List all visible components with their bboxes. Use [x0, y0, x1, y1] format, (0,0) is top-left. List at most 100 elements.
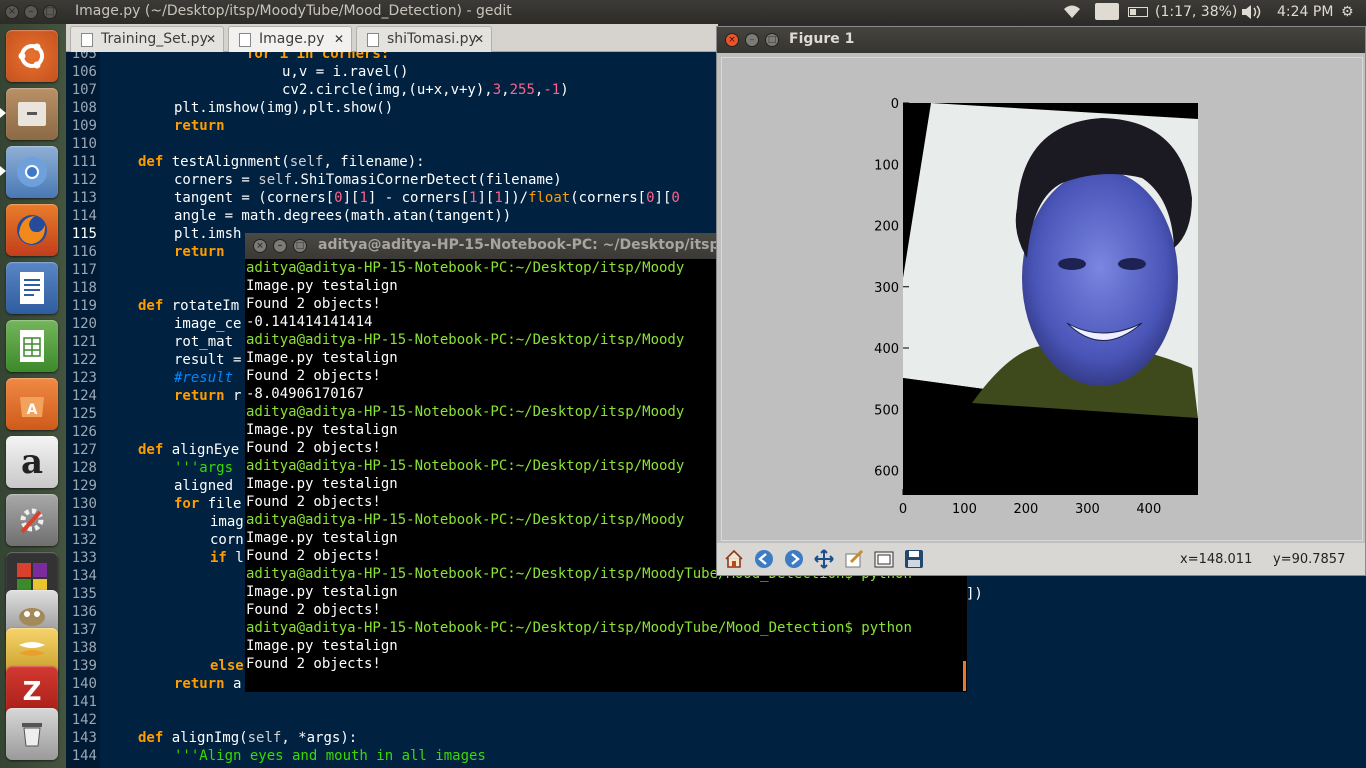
x-tick-label: 300 [1075, 502, 1100, 517]
line-number: 123 [71, 370, 97, 386]
chromium-icon[interactable] [6, 146, 58, 198]
clock[interactable]: 4:24 PM [1277, 4, 1333, 20]
line-number: 137 [71, 622, 97, 638]
minimize-figure-button[interactable]: – [745, 33, 759, 47]
tab-shitomasi[interactable]: shiTomasi.py ✕ [356, 26, 492, 52]
amazon-letter: a [20, 442, 44, 482]
line-number: 133 [71, 550, 97, 566]
line-number: 118 [71, 280, 97, 296]
code-line: corners = self.ShiTomasiCornerDetect(fil… [174, 172, 562, 188]
line-number: 135 [71, 586, 97, 602]
matplotlib-figure-window[interactable]: × – □ Figure 1 0 100 200 300 400 0 100 2… [716, 26, 1366, 576]
x-tick-label: 0 [899, 502, 907, 517]
tab-label: Training_Set.py [101, 31, 208, 47]
trash-icon[interactable] [6, 708, 58, 760]
code-line: #result [174, 370, 242, 386]
gedit-tab-bar: Training_Set.py ✕ Image.py ✕ shiTomasi.p… [66, 24, 718, 52]
maximize-figure-button[interactable]: □ [765, 33, 779, 47]
terminal-output-line: Found 2 objects! [246, 602, 381, 618]
image-plot[interactable]: 0 100 200 300 400 0 100 200 300 400 500 600 [722, 58, 1362, 540]
code-line: def alignImg(self, *args): [138, 730, 358, 746]
right-eye [1118, 258, 1146, 270]
battery-status[interactable]: (1:17, 38%) [1155, 4, 1237, 20]
line-number: 108 [71, 100, 97, 116]
terminal-output-line: Image.py testalign [246, 638, 398, 654]
settings-icon[interactable] [6, 494, 58, 546]
code-line: if l [210, 550, 244, 566]
line-number: 124 [71, 388, 97, 404]
ubuntu-dash-icon[interactable] [6, 30, 58, 82]
line-number: 121 [71, 334, 97, 350]
line-number: 132 [71, 532, 97, 548]
line-number: 125 [71, 406, 97, 422]
line-number: 142 [71, 712, 97, 728]
amazon-icon[interactable]: a [6, 436, 58, 488]
code-line: u,v = i.ravel() [282, 64, 409, 80]
volume-icon[interactable] [1240, 4, 1262, 24]
file-icon [239, 33, 251, 47]
line-number: 141 [71, 694, 97, 710]
maximize-window-button[interactable]: □ [43, 5, 57, 19]
code-line: corn [210, 532, 244, 548]
code-line: '''args [174, 460, 242, 476]
battery-icon[interactable] [1128, 7, 1148, 17]
figure-titlebar[interactable]: × – □ Figure 1 [717, 27, 1365, 53]
left-eye [1058, 258, 1086, 270]
line-number: 128 [71, 460, 97, 476]
terminal-cursor [963, 661, 966, 691]
line-number: 113 [71, 190, 97, 206]
maximize-terminal-button[interactable]: □ [293, 239, 307, 253]
figure-title: Figure 1 [789, 31, 855, 47]
writer-icon[interactable] [6, 262, 58, 314]
line-number: 110 [71, 136, 97, 152]
close-terminal-button[interactable]: × [253, 239, 267, 253]
terminal-prompt-line: aditya@aditya-HP-15-Notebook-PC:~/Deskto… [246, 620, 912, 636]
code-line: return [174, 118, 225, 134]
close-tab-icon[interactable]: ✕ [474, 32, 484, 46]
subplots-icon[interactable] [871, 546, 897, 572]
svg-text:A: A [27, 402, 38, 418]
close-tab-icon[interactable]: ✕ [334, 32, 344, 46]
calc-icon[interactable] [6, 320, 58, 372]
firefox-icon[interactable] [6, 204, 58, 256]
close-tab-icon[interactable]: ✕ [206, 32, 216, 46]
code-line: return r [174, 388, 242, 404]
running-indicator [0, 108, 6, 118]
top-panel: × – □ Image.py (~/Desktop/itsp/MoodyTube… [0, 0, 1366, 24]
save-icon[interactable] [901, 546, 927, 572]
minimize-window-button[interactable]: – [24, 5, 38, 19]
code-line: else [210, 658, 244, 674]
line-number: 119 [71, 298, 97, 314]
forward-icon[interactable] [781, 546, 807, 572]
home-icon[interactable] [721, 546, 747, 572]
zoom-icon[interactable] [841, 546, 867, 572]
line-number: 117 [71, 262, 97, 278]
back-icon[interactable] [751, 546, 777, 572]
figure-canvas[interactable]: 0 100 200 300 400 0 100 200 300 400 500 600 [721, 57, 1363, 541]
close-figure-button[interactable]: × [725, 33, 739, 47]
y-tick-label: 300 [874, 281, 899, 296]
code-line: for file [174, 496, 242, 512]
line-number: 138 [71, 640, 97, 656]
line-number: 130 [71, 496, 97, 512]
pan-icon[interactable] [811, 546, 837, 572]
tab-label: shiTomasi.py [387, 31, 477, 47]
code-line: angle = math.degrees(math.atan(tangent)) [174, 208, 512, 224]
code-line: imag [210, 514, 244, 530]
files-icon[interactable] [6, 88, 58, 140]
system-menu-icon[interactable]: ⚙ [1341, 4, 1354, 20]
keyboard-layout-indicator[interactable]: En [1095, 3, 1119, 20]
close-window-button[interactable]: × [5, 5, 19, 19]
y-tick-label: 0 [891, 97, 899, 112]
tab-label: Image.py [259, 31, 325, 47]
terminal-output-line: Image.py testalign [246, 584, 398, 600]
wifi-icon[interactable] [1062, 4, 1082, 24]
line-number: 122 [71, 352, 97, 368]
line-number: 111 [71, 154, 97, 170]
software-center-icon[interactable]: A [6, 378, 58, 430]
tab-image[interactable]: Image.py ✕ [228, 26, 352, 52]
code-line: plt.imsh [174, 226, 242, 242]
line-number: 116 [71, 244, 97, 260]
tab-training-set[interactable]: Training_Set.py ✕ [70, 26, 224, 52]
minimize-terminal-button[interactable]: – [273, 239, 287, 253]
